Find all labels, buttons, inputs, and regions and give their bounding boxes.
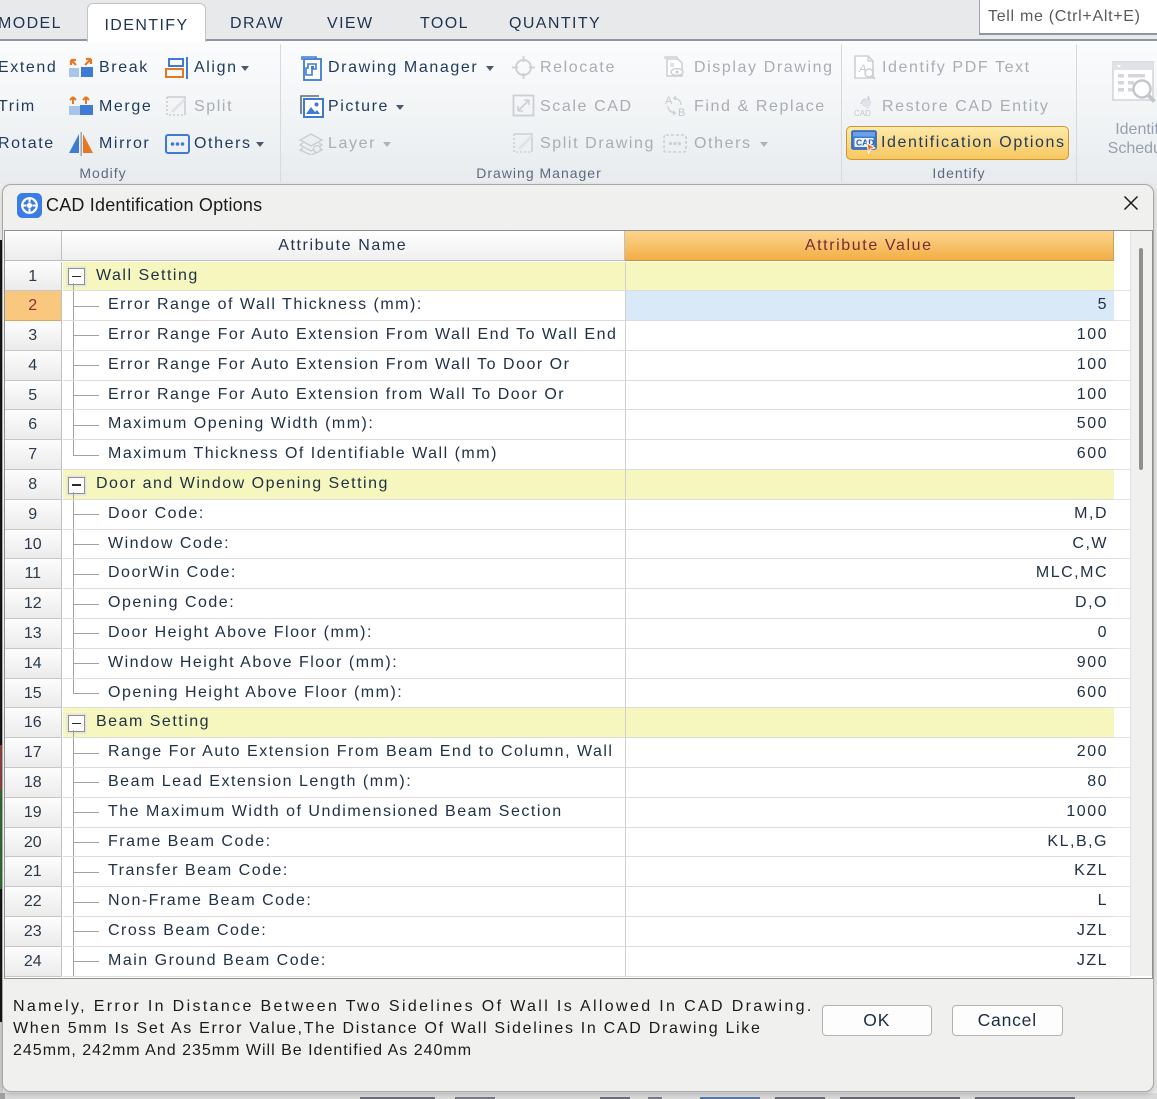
svg-text:B: B — [678, 107, 685, 118]
svg-text:A: A — [665, 95, 673, 107]
svg-text:CAD: CAD — [854, 109, 871, 118]
